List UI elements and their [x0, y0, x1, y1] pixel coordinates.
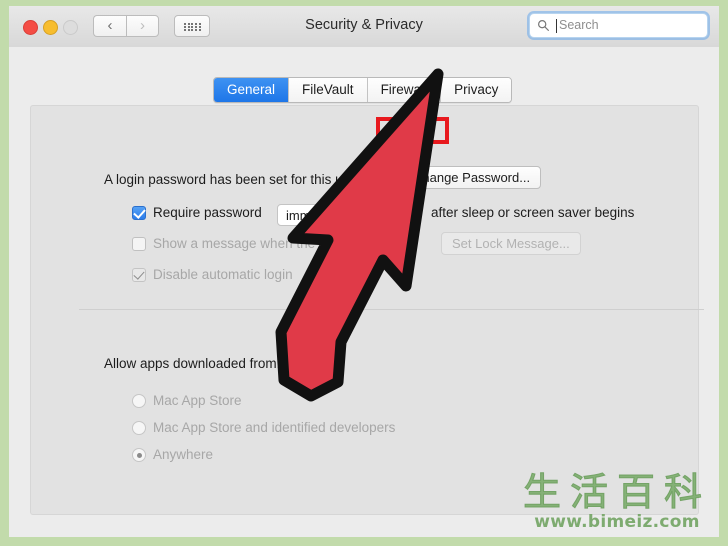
tab-firewall[interactable]: Firewall: [367, 78, 442, 102]
disable-automatic-login-label: Disable automatic login: [153, 267, 293, 282]
search-placeholder: Search: [559, 18, 599, 32]
system-preferences-window: ‹ › Security & Privacy Search General Fi…: [9, 6, 719, 537]
preferences-body: General FileVault Firewall Privacy A log…: [9, 47, 719, 537]
require-password-label: Require password: [153, 205, 262, 220]
change-password-button[interactable]: Change Password...: [402, 166, 542, 189]
checkmark-icon: [133, 206, 146, 219]
login-password-status-text: A login password has been set for this u…: [104, 172, 362, 187]
checkmark-icon: [133, 268, 145, 280]
tab-filevault[interactable]: FileVault: [289, 78, 368, 102]
require-password-suffix-label: after sleep or screen saver begins: [431, 205, 635, 220]
radio-mac-app-store[interactable]: [132, 394, 146, 408]
radio-mac-app-store-and-identified-developers-label: Mac App Store and identified developers: [153, 420, 396, 435]
screenshot-root: ‹ › Security & Privacy Search General Fi…: [0, 0, 728, 546]
disable-automatic-login-checkbox[interactable]: [132, 268, 146, 282]
set-lock-message-button: Set Lock Message...: [441, 232, 581, 255]
text-caret: [556, 19, 557, 33]
window-titlebar: ‹ › Security & Privacy Search: [9, 6, 719, 48]
tab-bar: General FileVault Firewall Privacy: [213, 77, 513, 103]
search-field[interactable]: Search: [529, 13, 708, 38]
require-password-checkbox[interactable]: [132, 206, 146, 220]
section-divider: [79, 309, 704, 310]
radio-mac-app-store-label: Mac App Store: [153, 393, 242, 408]
require-password-delay-popup[interactable]: immediately: [277, 204, 387, 226]
watermark: 生活百科 www.bimeiz.com: [512, 470, 722, 542]
watermark-url: www.bimeiz.com: [534, 512, 700, 532]
tab-privacy[interactable]: Privacy: [441, 78, 512, 102]
radio-anywhere[interactable]: [132, 448, 146, 462]
tab-general[interactable]: General: [214, 78, 290, 102]
firewall-highlight-box: [376, 117, 449, 144]
general-settings-panel: A login password has been set for this u…: [30, 105, 704, 515]
search-icon: [538, 20, 549, 31]
show-lock-message-checkbox[interactable]: [132, 237, 146, 251]
radio-mac-app-store-and-identified-developers[interactable]: [132, 421, 146, 435]
show-lock-message-label: Show a message when the screen is locked: [153, 236, 416, 251]
gatekeeper-heading: Allow apps downloaded from:: [104, 356, 281, 371]
radio-anywhere-label: Anywhere: [153, 447, 214, 462]
watermark-cjk-text: 生活百科: [522, 470, 711, 515]
